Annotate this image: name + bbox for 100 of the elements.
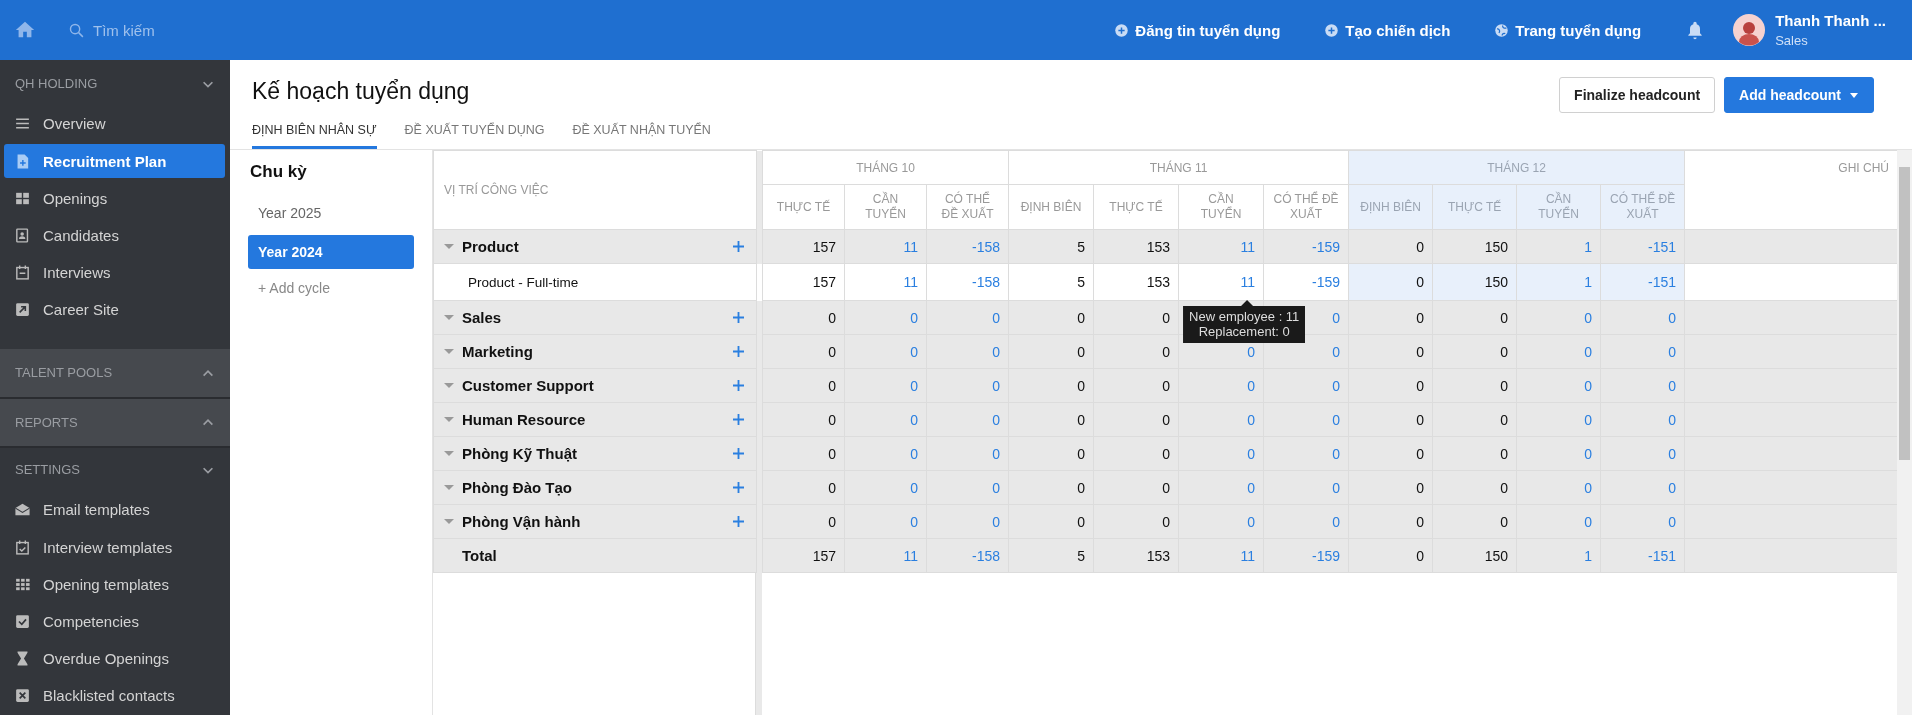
caret-down-icon[interactable] bbox=[444, 417, 454, 422]
count-value[interactable]: 0 bbox=[1247, 343, 1256, 360]
count-value[interactable]: 11 bbox=[1240, 238, 1256, 255]
count-value[interactable]: 0 bbox=[1332, 309, 1341, 326]
count-value[interactable]: -158 bbox=[972, 547, 1001, 564]
search-field[interactable]: Tìm kiếm bbox=[91, 20, 295, 40]
sidebar-item[interactable]: Blacklisted contacts bbox=[4, 678, 225, 714]
count-value[interactable]: 0 bbox=[992, 309, 1001, 326]
count-value[interactable]: 0 bbox=[1668, 479, 1677, 496]
scrollbar[interactable] bbox=[1897, 150, 1912, 715]
count-value[interactable]: -151 bbox=[1648, 238, 1677, 255]
plus-icon[interactable] bbox=[733, 482, 744, 493]
count-value[interactable]: 0 bbox=[1332, 343, 1341, 360]
count-value[interactable]: 0 bbox=[1668, 309, 1677, 326]
count-value[interactable]: 0 bbox=[1247, 411, 1256, 428]
count-value[interactable]: 0 bbox=[1584, 377, 1593, 394]
nav-link[interactable]: Đăng tin tuyển dụng bbox=[1114, 21, 1281, 39]
plus-icon[interactable] bbox=[733, 380, 744, 391]
count-value[interactable]: 0 bbox=[1247, 513, 1256, 530]
count-value[interactable]: -158 bbox=[972, 238, 1001, 255]
count-value[interactable]: 0 bbox=[1584, 411, 1593, 428]
caret-down-icon[interactable] bbox=[444, 349, 454, 354]
sidebar-item[interactable]: Opening templates bbox=[4, 567, 225, 602]
caret-down-icon[interactable] bbox=[444, 451, 454, 456]
count-value[interactable]: 0 bbox=[992, 513, 1001, 530]
caret-down-icon[interactable] bbox=[444, 383, 454, 388]
sidebar-item[interactable]: Interview templates bbox=[4, 530, 225, 565]
sidebar-item[interactable]: Interviews bbox=[4, 255, 225, 290]
caret-down-icon[interactable] bbox=[444, 315, 454, 320]
cycle-item[interactable]: Year 2024 bbox=[248, 235, 414, 269]
count-value[interactable]: 0 bbox=[910, 343, 918, 360]
nav-link[interactable]: Trang tuyển dụng bbox=[1494, 21, 1642, 39]
sidebar-item[interactable]: Recruitment Plan bbox=[4, 143, 225, 179]
count-value[interactable]: 1 bbox=[1584, 274, 1593, 290]
count-value[interactable]: -158 bbox=[972, 274, 1001, 290]
count-value[interactable]: 1 bbox=[1584, 547, 1593, 564]
count-value[interactable]: 0 bbox=[910, 479, 918, 496]
sidebar-item[interactable]: Candidates bbox=[4, 218, 225, 253]
plus-icon[interactable] bbox=[733, 414, 744, 425]
count-value[interactable]: 0 bbox=[992, 411, 1001, 428]
count-value[interactable]: 0 bbox=[1668, 343, 1677, 360]
count-value[interactable]: 1 bbox=[1584, 238, 1593, 255]
sidebar-item[interactable]: Email templates bbox=[4, 492, 225, 527]
plus-icon[interactable] bbox=[733, 241, 744, 252]
cycle-item[interactable]: Year 2025 bbox=[248, 196, 414, 230]
count-value[interactable]: 11 bbox=[1240, 547, 1256, 564]
count-value[interactable]: 0 bbox=[910, 309, 918, 326]
count-value[interactable]: -159 bbox=[1312, 274, 1341, 290]
count-value[interactable]: 0 bbox=[910, 445, 918, 462]
count-value[interactable]: 0 bbox=[992, 479, 1001, 496]
count-value[interactable]: -159 bbox=[1312, 547, 1341, 564]
count-value[interactable]: 0 bbox=[910, 411, 918, 428]
count-value[interactable]: 0 bbox=[1332, 513, 1341, 530]
caret-down-icon[interactable] bbox=[444, 519, 454, 524]
count-value[interactable]: 0 bbox=[1247, 479, 1256, 496]
count-value[interactable]: 0 bbox=[1247, 377, 1256, 394]
sidebar-item[interactable]: Openings bbox=[4, 181, 225, 216]
caret-down-icon[interactable] bbox=[444, 485, 454, 490]
tab[interactable]: ĐỀ XUẤT NHẬN TUYỂN bbox=[572, 123, 711, 149]
count-value[interactable]: 0 bbox=[910, 377, 918, 394]
count-value[interactable]: 0 bbox=[992, 377, 1001, 394]
caret-down-icon[interactable] bbox=[444, 244, 454, 249]
plus-icon[interactable] bbox=[733, 346, 744, 357]
add-button[interactable]: Add headcount bbox=[1724, 77, 1874, 113]
sidebar-item[interactable]: Overdue Openings bbox=[4, 641, 225, 676]
count-value[interactable]: 0 bbox=[1668, 377, 1677, 394]
count-value[interactable]: 0 bbox=[1247, 445, 1256, 462]
count-value[interactable]: -151 bbox=[1648, 547, 1677, 564]
count-value[interactable]: 11 bbox=[903, 238, 918, 255]
tab[interactable]: ĐỊNH BIÊN NHÂN SỰ bbox=[252, 123, 377, 149]
sidebar-item[interactable]: Overview bbox=[4, 106, 225, 141]
count-value[interactable]: 0 bbox=[1668, 445, 1677, 462]
sidebar-item[interactable]: Competencies bbox=[4, 604, 225, 639]
count-value[interactable]: -151 bbox=[1648, 274, 1677, 290]
avatar[interactable] bbox=[1733, 14, 1766, 46]
count-value[interactable]: 0 bbox=[1332, 479, 1341, 496]
count-value[interactable]: 0 bbox=[910, 513, 918, 530]
count-value[interactable]: 0 bbox=[1332, 411, 1341, 428]
count-value[interactable]: 0 bbox=[1584, 513, 1593, 530]
count-value[interactable]: -159 bbox=[1312, 238, 1341, 255]
finalize-button[interactable]: Finalize headcount bbox=[1559, 77, 1716, 113]
tab[interactable]: ĐỀ XUẤT TUYỂN DỤNG bbox=[404, 123, 545, 149]
count-value[interactable]: 0 bbox=[1584, 343, 1593, 360]
count-value[interactable]: 0 bbox=[1332, 445, 1341, 462]
count-value[interactable]: 0 bbox=[1668, 411, 1677, 428]
count-value[interactable]: 11 bbox=[903, 274, 918, 290]
sidebar-item[interactable]: Career Site bbox=[4, 292, 225, 328]
plus-icon[interactable] bbox=[733, 516, 744, 527]
nav-link[interactable]: Tạo chiến dịch bbox=[1324, 21, 1451, 39]
count-value[interactable]: 0 bbox=[992, 343, 1001, 360]
count-value[interactable]: 11 bbox=[903, 547, 918, 564]
count-value[interactable]: 0 bbox=[1584, 309, 1593, 326]
plus-icon[interactable] bbox=[733, 312, 744, 323]
count-value[interactable]: 11 bbox=[1240, 274, 1256, 290]
count-value[interactable]: 0 bbox=[1332, 377, 1341, 394]
count-value[interactable]: 0 bbox=[1668, 513, 1677, 530]
count-value[interactable]: 0 bbox=[992, 445, 1001, 462]
count-value[interactable]: 0 bbox=[1584, 445, 1593, 462]
plus-icon[interactable] bbox=[733, 448, 744, 459]
count-value[interactable]: 0 bbox=[1584, 479, 1593, 496]
